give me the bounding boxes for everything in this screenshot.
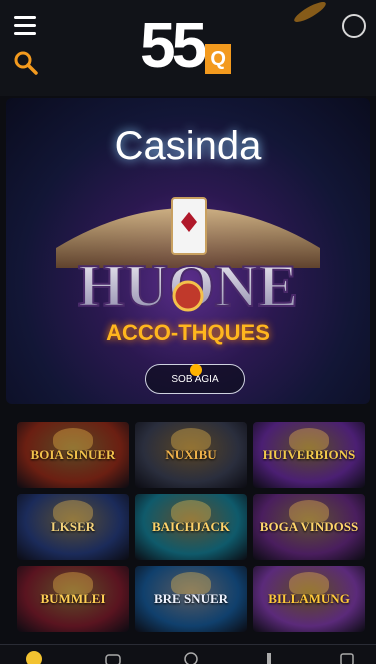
game-tile[interactable]: BAICHJACK: [135, 494, 247, 560]
game-tile[interactable]: NUXIBU: [135, 422, 247, 488]
game-tile[interactable]: BRE SNUER: [135, 566, 247, 632]
menu-icon[interactable]: [14, 16, 36, 36]
account-icon[interactable]: [342, 14, 366, 38]
game-tile-label: BUMMLEI: [40, 591, 106, 606]
game-tile[interactable]: LKSER: [17, 494, 129, 560]
game-tile-label: BAICHJACK: [151, 519, 230, 534]
search-icon[interactable]: [13, 50, 39, 76]
game-tile[interactable]: BOGA VINDOSS: [253, 494, 365, 560]
coin-decoration-icon: [294, 2, 326, 22]
home-nav-icon[interactable]: [25, 649, 43, 664]
game-tile[interactable]: BOIA SINUER: [17, 422, 129, 488]
profile-nav-icon[interactable]: [338, 649, 356, 664]
hero-banner[interactable]: Casinda HUONE ACCO-THQUES SOB AGIA: [6, 98, 370, 404]
brand-logo[interactable]: 55 Q: [140, 9, 232, 81]
game-tile-label: HUIVERBIONS: [262, 447, 356, 462]
hero-subtitle: ACCO-THQUES: [106, 320, 270, 345]
game-tile[interactable]: BUMMLEI: [17, 566, 129, 632]
game-tile-label: BOGA VINDOSS: [259, 519, 359, 534]
sports-nav-icon[interactable]: [260, 649, 278, 664]
bottom-nav: [0, 644, 376, 664]
top-bar: 55 Q: [0, 0, 376, 96]
game-tile[interactable]: HUIVERBIONS: [253, 422, 365, 488]
game-tile-label: LKSER: [50, 519, 96, 534]
game-tile-label: BRE SNUER: [153, 591, 229, 606]
game-tile[interactable]: BILLAMUNG: [253, 566, 365, 632]
logo-badge: Q: [205, 44, 232, 74]
live-nav-icon[interactable]: [182, 649, 200, 664]
game-tile-label: BOIA SINUER: [30, 447, 116, 462]
logo-number: 55: [140, 9, 207, 81]
hero-title: Casinda: [114, 124, 262, 168]
games-nav-icon[interactable]: [104, 649, 122, 664]
game-tile-label: BILLAMUNG: [268, 591, 350, 606]
slot-machine-art-icon: HUONE: [56, 197, 320, 320]
carousel-indicator[interactable]: [190, 364, 202, 376]
game-tile-label: NUXIBU: [165, 447, 217, 462]
